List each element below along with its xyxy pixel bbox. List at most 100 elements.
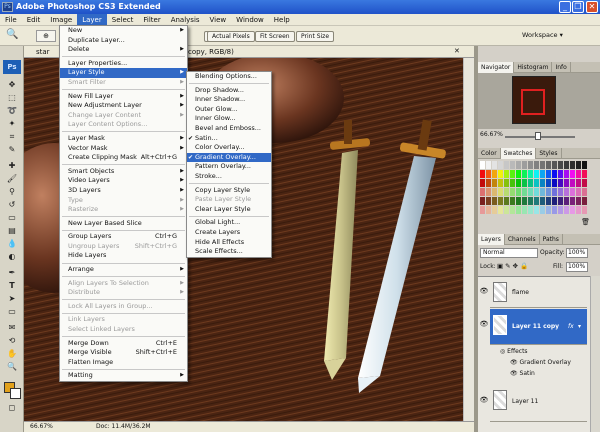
style-item-pattern-overlay[interactable]: Pattern Overlay...: [187, 162, 271, 172]
swatch[interactable]: [498, 179, 503, 187]
lock-icons[interactable]: ▣✎✥🔒: [497, 262, 530, 270]
style-item-drop-shadow[interactable]: Drop Shadow...: [187, 86, 271, 96]
style-item-copy-layer-style[interactable]: Copy Layer Style: [187, 186, 271, 196]
swatch[interactable]: [564, 188, 569, 196]
swatch[interactable]: [498, 161, 503, 169]
menu-item-vector-mask[interactable]: Vector Mask ▶: [60, 144, 187, 154]
swatch[interactable]: [498, 206, 503, 214]
workspace-menu[interactable]: Workspace ▾: [522, 31, 563, 39]
swatch[interactable]: [480, 179, 485, 187]
menu-item-create-clipping-mask[interactable]: Create Clipping Mask Alt+Ctrl+G: [60, 153, 187, 163]
restore-button[interactable]: ❐: [572, 1, 584, 13]
dodge-tool-icon[interactable]: ◐: [5, 251, 19, 262]
swatch[interactable]: [582, 179, 587, 187]
swatch[interactable]: [486, 179, 491, 187]
close-button[interactable]: ✕: [586, 1, 598, 13]
marquee-tool-icon[interactable]: ⬚: [5, 92, 19, 103]
swatch[interactable]: [522, 179, 527, 187]
tab-navigator[interactable]: Navigator: [478, 62, 515, 73]
hand-tool-icon[interactable]: ✋: [5, 348, 19, 359]
style-item-global-light[interactable]: Global Light...: [187, 218, 271, 228]
style-item-create-layers[interactable]: Create Layers: [187, 228, 271, 238]
swatch[interactable]: [552, 197, 557, 205]
swatch[interactable]: [558, 206, 563, 214]
swatch[interactable]: [510, 170, 515, 178]
gradient-tool-icon[interactable]: ▤: [5, 225, 19, 236]
blend-mode-select[interactable]: Normal: [480, 248, 538, 258]
background-color-swatch[interactable]: [10, 388, 21, 399]
swatch[interactable]: [528, 161, 533, 169]
swatch[interactable]: [510, 179, 515, 187]
swatch[interactable]: [546, 206, 551, 214]
swatch[interactable]: [528, 170, 533, 178]
swatch[interactable]: [480, 206, 485, 214]
swatch[interactable]: [582, 206, 587, 214]
menu-item-new-layer-based-slice[interactable]: New Layer Based Slice: [60, 219, 187, 229]
menu-item-group-layers[interactable]: Group Layers Ctrl+G: [60, 232, 187, 242]
swatch[interactable]: [576, 170, 581, 178]
swatch[interactable]: [486, 197, 491, 205]
swatch[interactable]: [570, 170, 575, 178]
swatch[interactable]: [564, 170, 569, 178]
swatch[interactable]: [558, 179, 563, 187]
menu-item-new[interactable]: New ▶: [60, 26, 187, 36]
print-size-button[interactable]: Print Size: [296, 31, 335, 42]
style-item-bevel-and-emboss[interactable]: Bevel and Emboss...: [187, 124, 271, 134]
style-item-outer-glow[interactable]: Outer Glow...: [187, 105, 271, 115]
style-item-clear-layer-style[interactable]: Clear Layer Style: [187, 205, 271, 215]
swatch[interactable]: [492, 179, 497, 187]
path-selection-tool-icon[interactable]: ➤: [5, 293, 19, 304]
menu-item-layer-properties[interactable]: Layer Properties...: [60, 59, 187, 69]
swatch-grid[interactable]: [480, 161, 588, 225]
menu-item-smart-objects[interactable]: Smart Objects ▶: [60, 167, 187, 177]
magic-wand-tool-icon[interactable]: ✦: [5, 118, 19, 129]
swatch[interactable]: [492, 197, 497, 205]
swatch[interactable]: [570, 161, 575, 169]
swatch[interactable]: [516, 197, 521, 205]
swatch[interactable]: [582, 161, 587, 169]
swatch[interactable]: [480, 188, 485, 196]
visibility-eye-icon[interactable]: 👁: [479, 287, 489, 297]
zoom-tool-icon-box[interactable]: 🔍: [5, 361, 19, 372]
swatches-trash-icon[interactable]: 🗑: [480, 218, 590, 228]
style-item-blending-options[interactable]: Blending Options...: [187, 72, 271, 82]
swatch[interactable]: [540, 179, 545, 187]
layer-row-flame[interactable]: flame: [490, 278, 587, 308]
swatch[interactable]: [534, 179, 539, 187]
minimize-button[interactable]: _: [559, 1, 571, 13]
eraser-tool-icon[interactable]: ▭: [5, 212, 19, 223]
swatch[interactable]: [504, 206, 509, 214]
swatch[interactable]: [546, 197, 551, 205]
swatch[interactable]: [576, 161, 581, 169]
layer-row-layer-11[interactable]: Layer 11: [490, 382, 587, 422]
swatch[interactable]: [492, 188, 497, 196]
menu-item-duplicate-layer[interactable]: Duplicate Layer...: [60, 36, 187, 46]
style-item-color-overlay[interactable]: Color Overlay...: [187, 143, 271, 153]
swatch[interactable]: [534, 170, 539, 178]
tab-styles[interactable]: Styles: [536, 148, 562, 159]
swatch[interactable]: [486, 206, 491, 214]
swatch[interactable]: [492, 161, 497, 169]
swatch[interactable]: [558, 161, 563, 169]
swatch[interactable]: [480, 170, 485, 178]
menu-item-3d-layers[interactable]: 3D Layers ▶: [60, 186, 187, 196]
style-item-inner-shadow[interactable]: Inner Shadow...: [187, 95, 271, 105]
swatch[interactable]: [528, 206, 533, 214]
swatch[interactable]: [516, 170, 521, 178]
swatch[interactable]: [570, 179, 575, 187]
pen-tool-icon[interactable]: ✒: [5, 267, 19, 278]
swatch[interactable]: [486, 170, 491, 178]
swatch[interactable]: [534, 197, 539, 205]
swatch[interactable]: [492, 206, 497, 214]
swatch[interactable]: [558, 197, 563, 205]
style-item-stroke[interactable]: Stroke...: [187, 172, 271, 182]
visibility-eye-icon[interactable]: 👁: [479, 320, 489, 330]
navigator-view-box[interactable]: [521, 89, 545, 115]
swatch[interactable]: [522, 170, 527, 178]
menu-item-merge-down[interactable]: Merge Down Ctrl+E: [60, 339, 187, 349]
doc-close-icon[interactable]: ✕: [454, 47, 460, 55]
effect-eye-icon[interactable]: 👁: [510, 359, 520, 366]
swatch[interactable]: [516, 206, 521, 214]
menu-image[interactable]: Image: [45, 14, 77, 25]
visibility-eye-icon[interactable]: 👁: [479, 396, 489, 406]
